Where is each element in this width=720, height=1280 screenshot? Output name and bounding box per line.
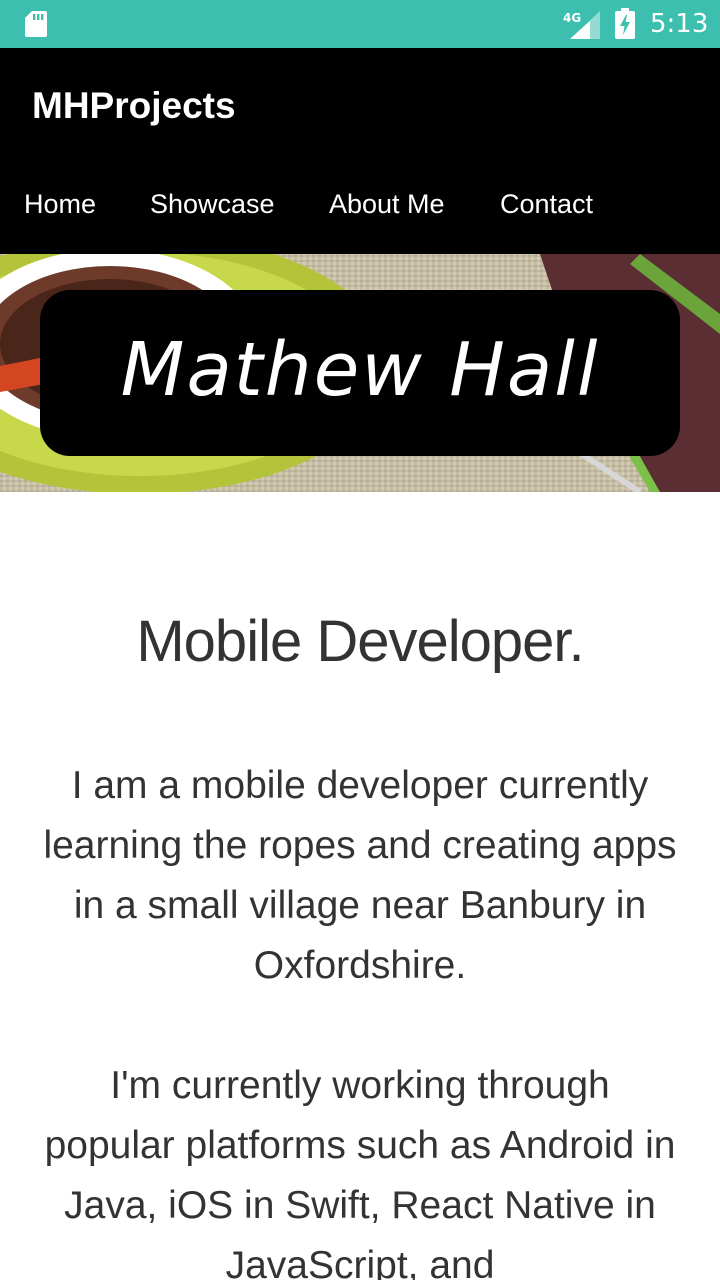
signal-icon: 4G <box>563 11 600 39</box>
site-header: MHProjects Home Showcase About Me Contac… <box>0 48 720 254</box>
app-screen: 4G 5:13 MHProjects Home Showcase About M… <box>0 0 720 1280</box>
main-content: Mobile Developer. I am a mobile develope… <box>0 492 720 1280</box>
battery-charging-icon <box>615 8 635 39</box>
nav-link-about-me[interactable]: About Me <box>329 178 445 230</box>
nav-bar: Home Showcase About Me Contact <box>0 178 720 234</box>
nav-link-showcase[interactable]: Showcase <box>150 178 275 230</box>
sd-card-icon <box>25 11 47 37</box>
hero-banner: Mathew Hall <box>0 254 720 492</box>
site-brand[interactable]: MHProjects <box>32 82 236 130</box>
status-time: 5:13 <box>650 9 709 39</box>
intro-paragraph: I am a mobile developer currently learni… <box>43 764 677 987</box>
name-card: Mathew Hall <box>40 290 680 456</box>
nav-link-contact[interactable]: Contact <box>500 178 593 230</box>
nav-link-home[interactable]: Home <box>24 178 96 230</box>
network-type-label: 4G <box>563 11 581 25</box>
status-bar: 4G 5:13 <box>0 0 720 48</box>
platforms-paragraph: I'm currently working through popular pl… <box>44 1064 676 1280</box>
hero-name: Mathew Hall <box>120 327 600 413</box>
page-headline: Mobile Developer. <box>136 609 584 674</box>
